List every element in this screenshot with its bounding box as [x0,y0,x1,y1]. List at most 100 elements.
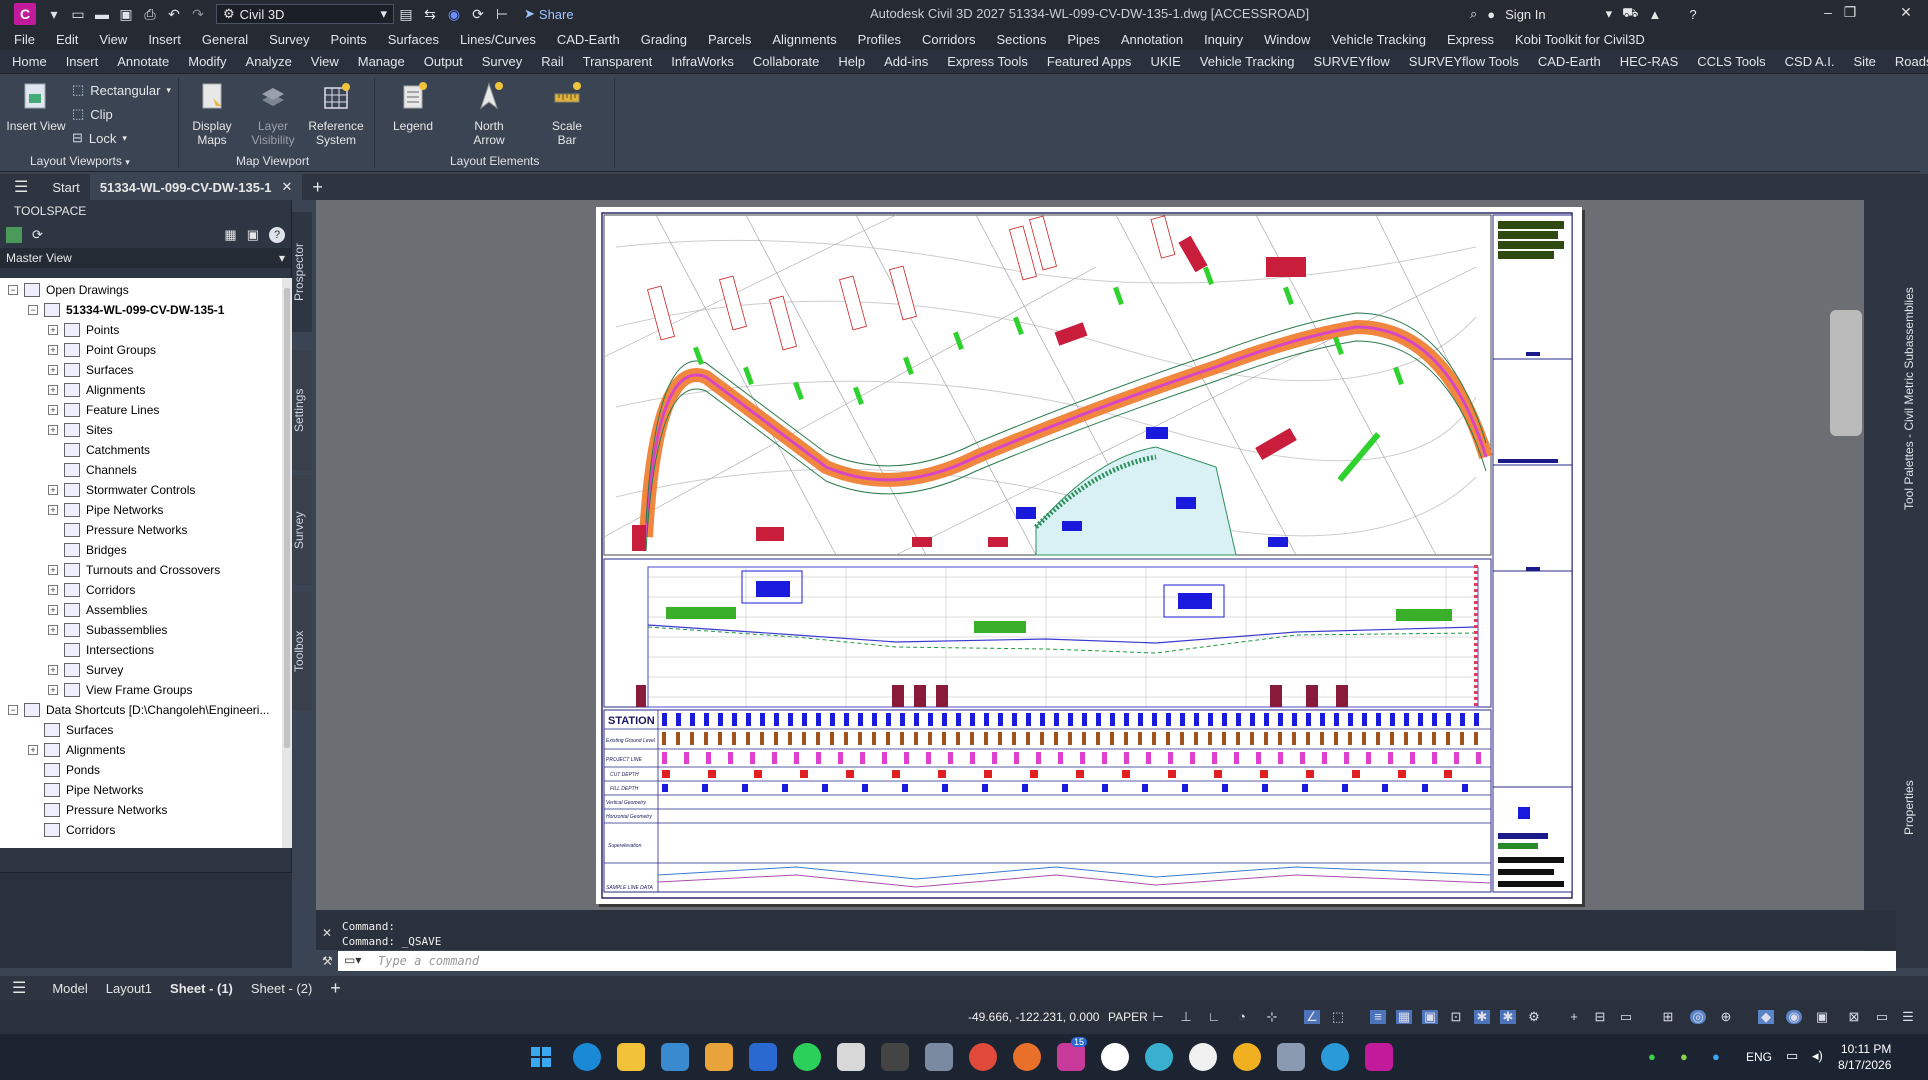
menu-pipes[interactable]: Pipes [1067,32,1100,47]
tab-toolbox[interactable]: Toolbox [292,592,312,710]
ribbon-tab-collaborate[interactable]: Collaborate [753,54,820,69]
expand-icon[interactable]: + [48,405,58,415]
ribbon-tab-insert[interactable]: Insert [66,54,99,69]
tree-node[interactable]: Surfaces [28,720,113,740]
tree-node[interactable]: + Surfaces [48,360,133,380]
isolate-icon[interactable]: ◎ [1690,1010,1706,1024]
tab-settings[interactable]: Settings [292,350,312,470]
expand-icon[interactable]: + [48,365,58,375]
collapse-icon[interactable]: − [8,705,18,715]
tree-node[interactable]: Channels [48,460,137,480]
expand-icon[interactable]: + [48,485,58,495]
menu-grading[interactable]: Grading [641,32,687,47]
hamburger-menu-icon[interactable]: ☰ [12,978,26,998]
clean-screen-icon[interactable]: ⊕ [1718,1010,1734,1024]
windows-start-icon[interactable] [527,1043,555,1071]
tab-layout1[interactable]: Layout1 [106,981,152,996]
window-icon[interactable]: ▣ [247,227,259,243]
app-logo[interactable]: C [14,3,36,25]
tree-node[interactable]: + Survey [48,660,123,680]
menu-view[interactable]: View [99,32,127,47]
tree-node[interactable]: − Open Drawings [8,280,129,300]
chevron-down-icon[interactable]: ▾ [1606,6,1613,22]
annotation-monitor-icon[interactable]: ◆ [1758,1010,1774,1024]
tab-sheet-1[interactable]: Sheet - (1) [170,981,233,996]
autodesk-a-icon[interactable]: ▲ [1649,7,1662,22]
maximize-viewport-icon[interactable]: ▭ [1874,1010,1890,1024]
expand-icon[interactable]: + [48,585,58,595]
osnap-icon[interactable]: ∠ [1304,1010,1320,1024]
tree-node[interactable]: + Feature Lines [48,400,159,420]
tree-node[interactable]: Intersections [48,640,154,660]
display-maps-button[interactable]: Display Maps [184,80,240,147]
quick-properties-icon[interactable]: ⊞ [1660,1010,1676,1024]
help-icon[interactable]: ? [1689,7,1696,22]
command-prompt-icon[interactable]: ▭▾ [344,953,361,967]
ribbon-tab-surveyflow-tools[interactable]: SURVEYflow Tools [1409,54,1519,69]
measure-icon[interactable]: ⊢ [493,5,511,23]
sign-in-link[interactable]: Sign In [1505,7,1545,22]
location-icon[interactable] [1233,1043,1261,1071]
share-drawing-icon[interactable]: ⟳ [469,5,487,23]
ribbon-tab-vehicle-tracking[interactable]: Vehicle Tracking [1200,54,1295,69]
collapse-icon[interactable]: − [28,305,38,315]
panel-title-layout-viewports[interactable]: Layout Viewports ▾ [30,154,130,168]
ribbon-tab-add-ins[interactable]: Add-ins [884,54,928,69]
user-icon[interactable]: ● [1487,7,1495,22]
fullscreen-icon[interactable]: ▣ [1814,1010,1830,1024]
menu-inquiry[interactable]: Inquiry [1204,32,1243,47]
clapperboard-icon[interactable] [881,1043,909,1071]
language-indicator[interactable]: ENG [1746,1050,1772,1064]
print-icon[interactable]: ⎙ [141,5,159,23]
menu-annotation[interactable]: Annotation [1121,32,1183,47]
tree-node[interactable]: + Pipe Networks [48,500,163,520]
whatsapp-icon[interactable] [793,1043,821,1071]
cart-icon[interactable]: ⛟ [1622,5,1638,23]
layer-icon[interactable]: ▤ [397,5,415,23]
tree-node[interactable]: − Data Shortcuts [D:\Changoleh\Engineeri.… [8,700,269,720]
menu-window[interactable]: Window [1264,32,1310,47]
rectangular-button[interactable]: ⬚ Rectangular ▾ [72,82,171,98]
expand-icon[interactable]: + [48,565,58,575]
polar-icon[interactable]: ◔ [1234,1010,1250,1024]
ribbon-tab-view[interactable]: View [311,54,339,69]
tree-node[interactable]: + Turnouts and Crossovers [48,560,220,580]
menu-kobi-toolkit-for-civil3d[interactable]: Kobi Toolkit for Civil3D [1515,32,1645,47]
tree-node[interactable]: + Point Groups [48,340,156,360]
navigation-bar[interactable] [1830,310,1862,436]
restore-icon[interactable]: ❐ [1840,4,1860,24]
options-icon[interactable]: ▦ [224,227,236,243]
ribbon-tab-ccls-tools[interactable]: CCLS Tools [1697,54,1765,69]
globe-icon[interactable] [1145,1043,1173,1071]
tree-node[interactable]: + Subassemblies [48,620,167,640]
expand-icon[interactable]: + [48,345,58,355]
refresh-icon[interactable]: ⟳ [32,227,43,243]
tree-node[interactable]: Pressure Networks [48,520,187,540]
tray-app-icon[interactable]: ● [1712,1049,1720,1064]
master-view-select[interactable]: Master View ▾ [0,248,291,268]
menu-file[interactable]: File [14,32,35,47]
match-icon[interactable]: ⇆ [421,5,439,23]
tree-node[interactable]: + Alignments [48,380,145,400]
tree-node[interactable]: + Corridors [48,580,135,600]
tree-node[interactable]: Corridors [28,820,115,840]
snap-icon[interactable]: ⊢ [1150,1010,1166,1024]
menu-edit[interactable]: Edit [56,32,78,47]
document-app-icon[interactable] [837,1043,865,1071]
ribbon-tab-annotate[interactable]: Annotate [117,54,169,69]
graphics-icon[interactable]: ◉ [1786,1010,1802,1024]
close-command-icon[interactable]: ✕ [322,926,332,940]
ribbon-tab-manage[interactable]: Manage [358,54,405,69]
firefox-icon[interactable] [1013,1043,1041,1071]
ribbon-tab-featured-apps[interactable]: Featured Apps [1047,54,1132,69]
command-input[interactable]: Type a command [338,951,1896,971]
store-icon[interactable] [749,1043,777,1071]
menu-survey[interactable]: Survey [269,32,309,47]
clip-button[interactable]: ⬚ Clip [72,106,113,122]
isodraft-icon[interactable]: ⊹ [1264,1010,1280,1024]
workspace-gear-icon[interactable]: ⚙ [1526,1010,1542,1024]
tree-scrollbar[interactable] [282,278,292,848]
tree-node[interactable]: Pipe Networks [28,780,143,800]
units-icon[interactable]: ▭ [1618,1010,1634,1024]
ribbon-tab-analyze[interactable]: Analyze [246,54,292,69]
